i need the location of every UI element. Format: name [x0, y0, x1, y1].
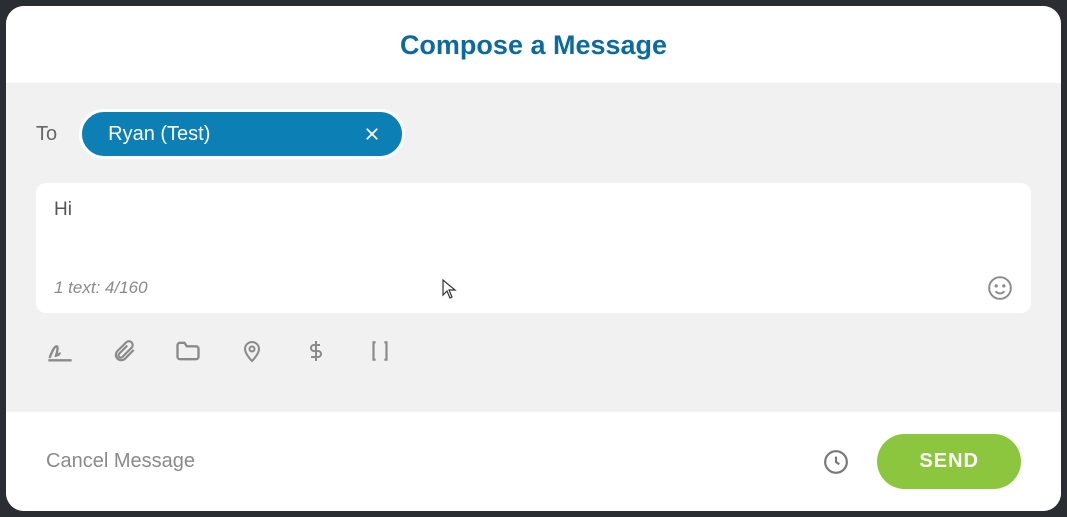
to-label: To	[36, 123, 57, 146]
recipient-name: Ryan (Test)	[108, 123, 210, 146]
emoji-icon[interactable]	[987, 275, 1013, 301]
remove-recipient-icon[interactable]	[360, 122, 384, 146]
schedule-icon[interactable]	[823, 449, 849, 475]
attachment-icon[interactable]	[110, 337, 138, 365]
modal-body: To Ryan (Test) Hi 1 text: 4/160	[6, 83, 1061, 412]
modal-footer: Cancel Message SEND	[6, 412, 1061, 511]
folder-icon[interactable]	[174, 337, 202, 365]
footer-actions: SEND	[823, 434, 1021, 489]
message-box-footer: 1 text: 4/160	[54, 275, 1013, 301]
signature-icon[interactable]	[46, 337, 74, 365]
payment-icon[interactable]	[302, 337, 330, 365]
recipient-row: To Ryan (Test)	[36, 109, 1031, 159]
template-icon[interactable]	[366, 337, 394, 365]
location-icon[interactable]	[238, 337, 266, 365]
recipient-chip[interactable]: Ryan (Test)	[79, 109, 405, 159]
message-textarea[interactable]: Hi	[54, 199, 1013, 259]
character-counter: 1 text: 4/160	[54, 278, 148, 298]
modal-header: Compose a Message	[6, 6, 1061, 83]
message-toolbar	[36, 337, 1031, 365]
compose-message-modal: Compose a Message To Ryan (Test) Hi 1 te…	[6, 6, 1061, 511]
message-box: Hi 1 text: 4/160	[36, 183, 1031, 313]
modal-title: Compose a Message	[6, 30, 1061, 61]
send-button[interactable]: SEND	[877, 434, 1021, 489]
cancel-button[interactable]: Cancel Message	[46, 450, 195, 473]
